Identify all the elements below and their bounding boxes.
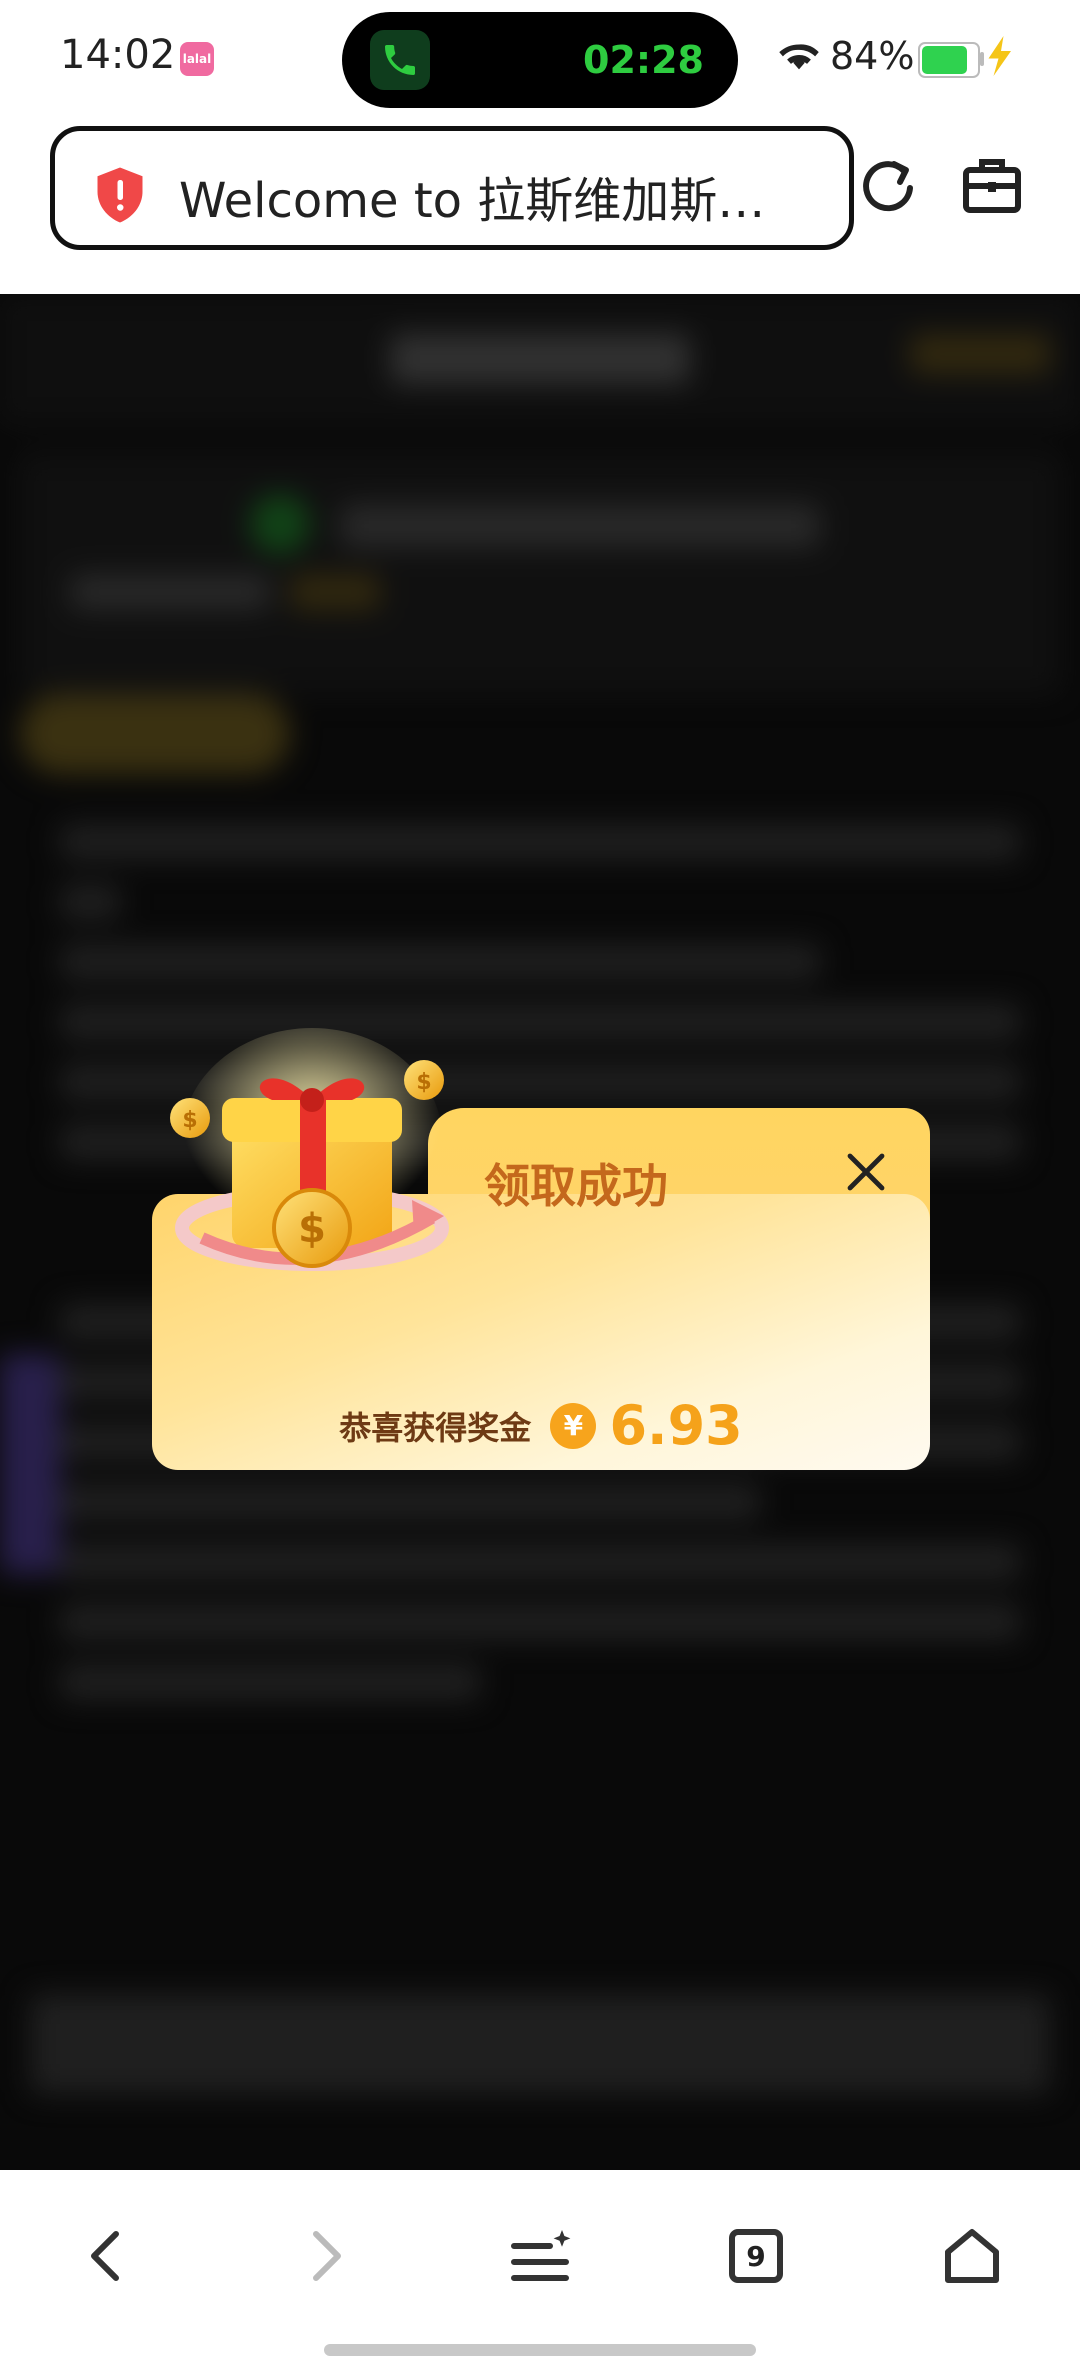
wifi-icon bbox=[776, 36, 822, 80]
dynamic-island-call[interactable]: 02:28 bbox=[342, 12, 738, 108]
tabs-button[interactable]: 9 bbox=[714, 2214, 798, 2298]
close-button[interactable] bbox=[842, 1148, 890, 1196]
status-time: 14:02 bbox=[60, 32, 176, 78]
svg-text:$: $ bbox=[416, 1070, 431, 1095]
app-notification-icon: lalal bbox=[180, 42, 214, 76]
status-bar: 14:02 lalal 02:28 84% bbox=[0, 0, 1080, 120]
battery-icon bbox=[918, 42, 980, 78]
svg-text:$: $ bbox=[182, 1108, 197, 1133]
back-icon bbox=[91, 2231, 119, 2281]
url-text[interactable]: Welcome to 拉斯维加斯… bbox=[179, 161, 765, 231]
prize-row: 恭喜获得奖金 ¥ 6.93 bbox=[152, 1394, 930, 1457]
tab-count: 9 bbox=[746, 2239, 766, 2273]
phone-call-icon bbox=[370, 30, 430, 90]
toolbox-button[interactable] bbox=[960, 156, 1032, 220]
battery-percent: 84% bbox=[830, 34, 915, 78]
reward-popup: 恭喜获得奖金 ¥ 6.93 领取成功 $ $ $ bbox=[152, 1028, 930, 1470]
menu-button[interactable] bbox=[498, 2214, 582, 2298]
reload-button[interactable] bbox=[856, 156, 920, 220]
bottom-navigation: 9 bbox=[0, 2170, 1080, 2376]
battery-cap bbox=[980, 52, 984, 66]
back-button[interactable] bbox=[64, 2214, 148, 2298]
browser-toolbar: Welcome to 拉斯维加斯… bbox=[0, 120, 1080, 294]
gift-box-icon: $ $ $ bbox=[162, 1028, 482, 1288]
address-bar[interactable]: Welcome to 拉斯维加斯… bbox=[50, 126, 854, 250]
prize-amount: 6.93 bbox=[609, 1394, 743, 1457]
shield-alert-icon[interactable] bbox=[95, 167, 145, 227]
close-icon bbox=[847, 1153, 885, 1191]
svg-text:$: $ bbox=[298, 1206, 326, 1252]
yen-coin-icon: ¥ bbox=[550, 1402, 597, 1449]
forward-icon bbox=[313, 2231, 341, 2281]
menu-icon bbox=[511, 2230, 571, 2281]
call-timer: 02:28 bbox=[583, 38, 704, 82]
home-indicator[interactable] bbox=[324, 2344, 756, 2356]
charging-bolt-icon bbox=[986, 36, 1016, 80]
home-icon bbox=[945, 2229, 999, 2283]
reload-icon bbox=[863, 161, 913, 212]
toolbox-icon bbox=[963, 159, 1021, 213]
forward-button[interactable] bbox=[284, 2214, 368, 2298]
popup-title: 领取成功 bbox=[484, 1159, 668, 1213]
home-button[interactable] bbox=[930, 2214, 1014, 2298]
prize-label: 恭喜获得奖金 bbox=[339, 1408, 532, 1447]
